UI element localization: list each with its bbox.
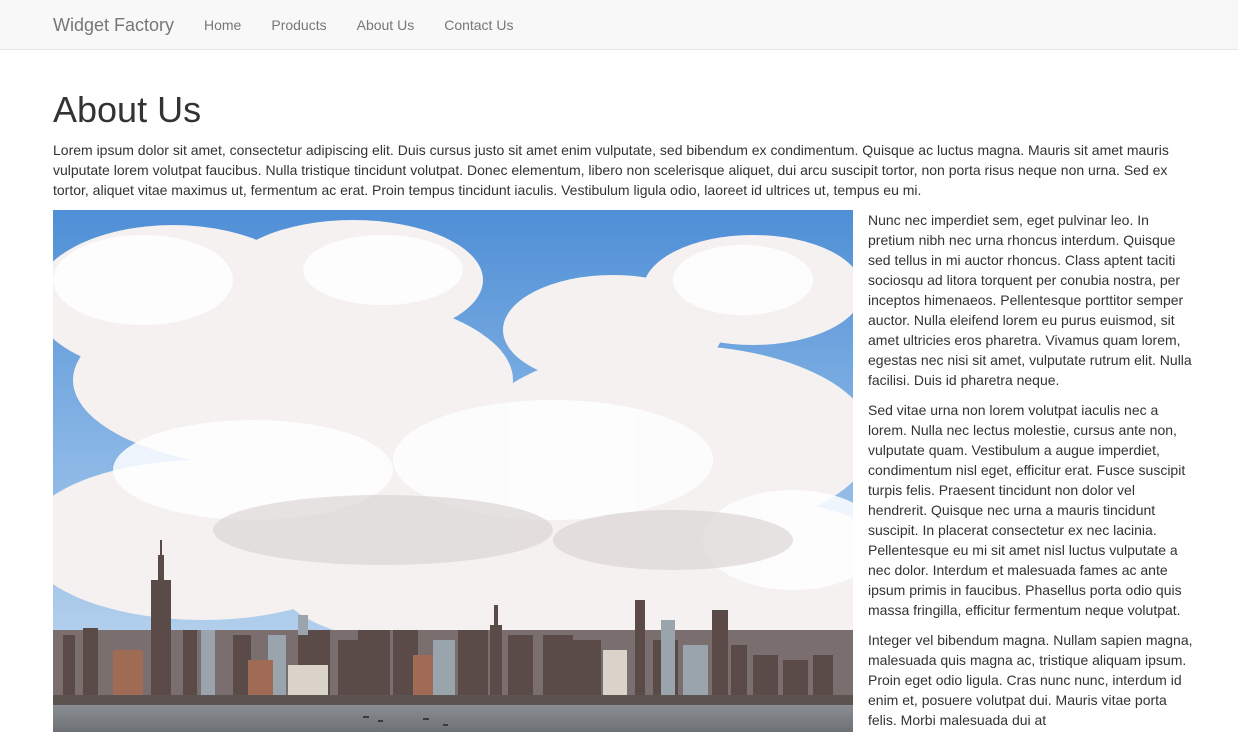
side-paragraph: Sed vitae urna non lorem volutpat iaculi… [868,402,1186,618]
nav-link-products[interactable]: Products [256,0,341,50]
page-title: About Us [53,89,202,130]
side-paragraph: Nunc nec imperdiet sem, eget pulvinar le… [868,212,1192,388]
nav-item-about: About Us [342,0,430,50]
intro-paragraph: Lorem ipsum dolor sit amet, consectetur … [53,142,1169,198]
nav-item-products: Products [256,0,341,50]
brand-link[interactable]: Widget Factory [53,14,174,36]
side-text-column: Nunc nec imperdiet sem, eget pulvinar le… [868,210,1193,740]
nav-link-about[interactable]: About Us [342,0,430,50]
side-paragraph: Integer vel bibendum magna. Nullam sapie… [868,632,1193,728]
top-navbar: Widget Factory Home Products About Us Co… [0,0,1238,50]
nav-menu: Home Products About Us Contact Us [189,0,528,50]
nav-item-home: Home [189,0,256,50]
nav-link-home[interactable]: Home [189,0,256,50]
city-skyline-image [53,210,853,732]
nav-link-contact[interactable]: Contact Us [429,0,528,50]
nav-item-contact: Contact Us [429,0,528,50]
